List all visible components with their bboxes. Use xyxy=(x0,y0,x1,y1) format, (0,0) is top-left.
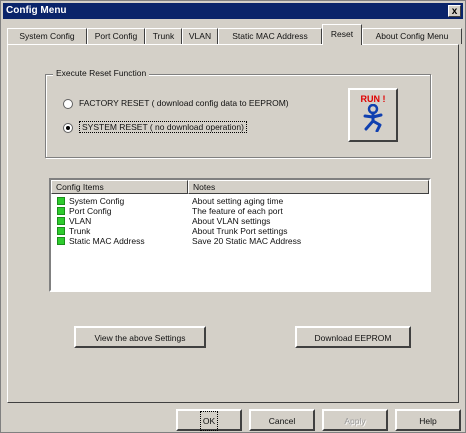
tab-vlan[interactable]: VLAN xyxy=(182,28,218,44)
cancel-label: Cancel xyxy=(268,416,296,426)
title-bar[interactable]: Config Menu x xyxy=(3,3,463,19)
column-header-notes[interactable]: Notes xyxy=(188,180,429,194)
tab-strip: System Config Port Config Trunk VLAN Sta… xyxy=(7,24,463,45)
view-settings-button[interactable]: View the above Settings xyxy=(74,326,206,348)
list-item-note: About Trunk Port settings xyxy=(192,226,288,236)
ok-label: OK xyxy=(199,411,219,431)
download-eeprom-label: Download EEPROM xyxy=(314,333,392,343)
tab-trunk[interactable]: Trunk xyxy=(145,28,182,44)
help-button[interactable]: Help xyxy=(395,409,461,431)
tab-static-mac-address[interactable]: Static MAC Address xyxy=(218,28,322,44)
list-item-name: System Config xyxy=(69,196,125,206)
factory-reset-label: FACTORY RESET ( download config data to … xyxy=(79,98,289,108)
tab-about-config-menu[interactable]: About Config Menu xyxy=(362,28,462,44)
system-reset-radio[interactable] xyxy=(63,122,73,133)
reset-function-legend: Execute Reset Function xyxy=(53,68,150,78)
ok-button[interactable]: OK xyxy=(176,409,242,431)
view-settings-label: View the above Settings xyxy=(94,333,186,343)
green-square-icon xyxy=(57,197,65,205)
system-reset-option[interactable]: SYSTEM RESET ( no download operation) xyxy=(63,120,247,134)
list-item-note: The feature of each port xyxy=(192,206,283,216)
download-eeprom-button[interactable]: Download EEPROM xyxy=(295,326,411,348)
list-item[interactable]: System Config About setting aging time xyxy=(51,196,429,206)
list-item-name: Port Config xyxy=(69,206,112,216)
green-square-icon xyxy=(57,227,65,235)
list-item[interactable]: Static MAC Address Save 20 Static MAC Ad… xyxy=(51,236,429,246)
tab-reset[interactable]: Reset xyxy=(322,24,362,45)
green-square-icon xyxy=(57,207,65,215)
cancel-button[interactable]: Cancel xyxy=(249,409,315,431)
apply-button[interactable]: Apply xyxy=(322,409,388,431)
list-item-name: VLAN xyxy=(69,216,92,226)
close-button[interactable]: x xyxy=(448,5,461,17)
list-item-note: About VLAN settings xyxy=(192,216,271,226)
config-items-list[interactable]: Config Items Notes System Config About s… xyxy=(49,178,431,292)
factory-reset-radio[interactable] xyxy=(63,98,73,109)
tab-system-config[interactable]: System Config xyxy=(7,28,87,44)
column-header-config-items[interactable]: Config Items xyxy=(51,180,188,194)
green-square-icon xyxy=(57,237,65,245)
list-header: Config Items Notes xyxy=(51,180,429,194)
run-label: RUN ! xyxy=(360,94,386,104)
list-item-note: Save 20 Static MAC Address xyxy=(192,236,302,246)
help-label: Help xyxy=(419,416,437,426)
run-button[interactable]: RUN ! xyxy=(348,88,398,142)
system-reset-label: SYSTEM RESET ( no download operation) xyxy=(79,121,247,133)
window-title: Config Menu xyxy=(6,5,67,16)
list-item-note: About setting aging time xyxy=(192,196,284,206)
config-menu-window: Config Menu x System Config Port Config … xyxy=(0,0,466,433)
apply-label: Apply xyxy=(344,416,366,426)
list-item[interactable]: Port Config The feature of each port xyxy=(51,206,429,216)
tab-port-config[interactable]: Port Config xyxy=(87,28,145,44)
list-item[interactable]: Trunk About Trunk Port settings xyxy=(51,226,429,236)
list-item-name: Static MAC Address xyxy=(69,236,145,246)
factory-reset-option[interactable]: FACTORY RESET ( download config data to … xyxy=(63,96,289,110)
green-square-icon xyxy=(57,217,65,225)
list-item[interactable]: VLAN About VLAN settings xyxy=(51,216,429,226)
list-item-name: Trunk xyxy=(69,226,91,236)
person-running-icon xyxy=(363,103,383,133)
